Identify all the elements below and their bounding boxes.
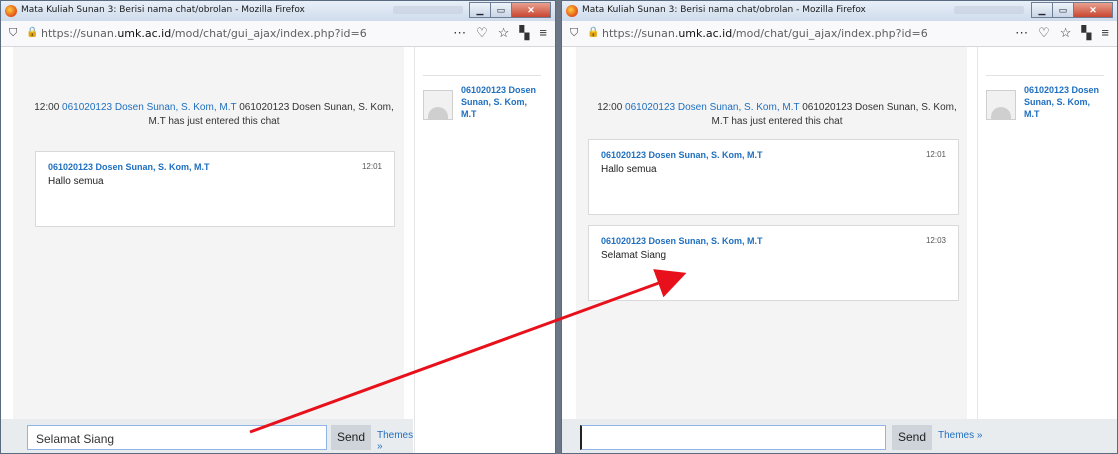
page-actions-icon[interactable]: ⋯: [453, 25, 466, 41]
nav-bar: ⛉ 🔒 https://sunan.umk.ac.id/mod/chat/gui…: [562, 21, 1117, 47]
system-message: 12:00 061020123 Dosen Sunan, S. Kom, M.T…: [27, 101, 401, 129]
chat-message: 061020123 Dosen Sunan, S. Kom, M.T 12:01…: [35, 151, 395, 227]
message-time: 12:01: [361, 162, 382, 171]
send-button[interactable]: Send: [331, 425, 371, 450]
url-path: /mod/chat/gui_ajax/index.php?id=6: [171, 27, 367, 40]
extension-icon[interactable]: ▚: [519, 25, 529, 41]
extension-icon[interactable]: ▚: [1081, 25, 1091, 41]
user-name-link[interactable]: 061020123 Dosen Sunan, S. Kom, M.T: [1024, 84, 1100, 120]
url-path: /mod/chat/gui_ajax/index.php?id=6: [732, 27, 928, 40]
maximize-icon[interactable]: ▭: [490, 2, 512, 18]
user-list-item: 061020123 Dosen Sunan, S. Kom, M.T: [986, 75, 1104, 120]
message-input-bar: Selamat Siang Send Themes »: [1, 419, 413, 453]
title-bar: Mata Kuliah Sunan 3: Berisi nama chat/ob…: [562, 1, 1117, 21]
user-list-pane: 061020123 Dosen Sunan, S. Kom, M.T: [414, 47, 555, 453]
user-name-link[interactable]: 061020123 Dosen Sunan, S. Kom, M.T: [461, 84, 537, 120]
message-text: Hallo semua: [48, 176, 104, 187]
message-sender[interactable]: 061020123 Dosen Sunan, S. Kom, M.T: [601, 150, 946, 160]
window-title: Mata Kuliah Sunan 3: Berisi nama chat/ob…: [582, 5, 866, 15]
tracking-shield-icon[interactable]: ⛉: [570, 27, 578, 40]
system-message-time: 12:00: [34, 102, 60, 113]
chat-messages-pane: 12:00 061020123 Dosen Sunan, S. Kom, M.T…: [576, 47, 967, 419]
url-domain: umk.ac.id: [117, 27, 172, 40]
menu-icon[interactable]: ≡: [1101, 25, 1109, 41]
chat-page: 12:00 061020123 Dosen Sunan, S. Kom, M.T…: [1, 47, 555, 453]
system-message-user-link[interactable]: 061020123 Dosen Sunan, S. Kom, M.T: [625, 102, 799, 113]
send-button[interactable]: Send: [892, 425, 932, 450]
themes-link[interactable]: Themes »: [938, 430, 982, 441]
close-icon[interactable]: ✕: [1073, 2, 1113, 18]
url-domain: umk.ac.id: [678, 27, 733, 40]
message-text: Hallo semua: [601, 164, 657, 175]
firefox-logo-icon: [566, 5, 578, 17]
message-input[interactable]: Selamat Siang: [27, 425, 327, 450]
url-bar[interactable]: https://sunan.umk.ac.id/mod/chat/gui_aja…: [41, 27, 367, 40]
user-list-item: 061020123 Dosen Sunan, S. Kom, M.T: [423, 75, 541, 120]
browser-window-left: Mata Kuliah Sunan 3: Berisi nama chat/ob…: [0, 0, 556, 454]
message-time: 12:01: [925, 150, 946, 159]
chat-message: 061020123 Dosen Sunan, S. Kom, M.T 12:03…: [588, 225, 959, 301]
firefox-logo-icon: [5, 5, 17, 17]
title-bar: Mata Kuliah Sunan 3: Berisi nama chat/ob…: [1, 1, 555, 21]
window-title: Mata Kuliah Sunan 3: Berisi nama chat/ob…: [21, 5, 305, 15]
nav-bar: ⛉ 🔒 https://sunan.umk.ac.id/mod/chat/gui…: [1, 21, 555, 47]
message-input[interactable]: [580, 425, 886, 450]
message-sender[interactable]: 061020123 Dosen Sunan, S. Kom, M.T: [48, 162, 382, 172]
bookmark-star-icon[interactable]: ☆: [498, 25, 510, 41]
url-bar[interactable]: https://sunan.umk.ac.id/mod/chat/gui_aja…: [602, 27, 928, 40]
chat-page: 12:00 061020123 Dosen Sunan, S. Kom, M.T…: [562, 47, 1117, 453]
blurred-title-text: [954, 6, 1024, 14]
pocket-icon[interactable]: ♡: [476, 25, 488, 41]
avatar: [423, 90, 453, 120]
themes-link[interactable]: Themes »: [377, 430, 413, 452]
message-time: 12:03: [925, 236, 946, 245]
chat-messages-pane: 12:00 061020123 Dosen Sunan, S. Kom, M.T…: [13, 47, 404, 419]
menu-icon[interactable]: ≡: [539, 25, 547, 41]
url-prefix: https://sunan.: [41, 27, 118, 40]
lock-icon[interactable]: 🔒: [587, 27, 599, 38]
pocket-icon[interactable]: ♡: [1038, 25, 1050, 41]
system-message-user-link[interactable]: 061020123 Dosen Sunan, S. Kom, M.T: [62, 102, 236, 113]
chat-message: 061020123 Dosen Sunan, S. Kom, M.T 12:01…: [588, 139, 959, 215]
browser-window-right: Mata Kuliah Sunan 3: Berisi nama chat/ob…: [561, 0, 1118, 454]
message-input-bar: Send Themes »: [562, 419, 1117, 453]
page-actions-icon[interactable]: ⋯: [1015, 25, 1028, 41]
minimize-icon[interactable]: ▁: [469, 2, 491, 18]
close-icon[interactable]: ✕: [511, 2, 551, 18]
message-sender[interactable]: 061020123 Dosen Sunan, S. Kom, M.T: [601, 236, 946, 246]
avatar: [986, 90, 1016, 120]
bookmark-star-icon[interactable]: ☆: [1060, 25, 1072, 41]
window-controls: ▁ ▭ ✕: [469, 2, 551, 18]
nav-actions: ⋯ ♡ ☆ ▚ ≡: [453, 25, 547, 41]
url-prefix: https://sunan.: [602, 27, 679, 40]
message-text: Selamat Siang: [601, 250, 667, 261]
tracking-shield-icon[interactable]: ⛉: [9, 27, 17, 40]
user-list-pane: 061020123 Dosen Sunan, S. Kom, M.T: [977, 47, 1117, 453]
lock-icon[interactable]: 🔒: [26, 27, 38, 38]
minimize-icon[interactable]: ▁: [1031, 2, 1053, 18]
system-message: 12:00 061020123 Dosen Sunan, S. Kom, M.T…: [590, 101, 964, 129]
window-controls: ▁ ▭ ✕: [1031, 2, 1113, 18]
blurred-title-text: [393, 6, 463, 14]
maximize-icon[interactable]: ▭: [1052, 2, 1074, 18]
system-message-time: 12:00: [597, 102, 623, 113]
nav-actions: ⋯ ♡ ☆ ▚ ≡: [1015, 25, 1109, 41]
